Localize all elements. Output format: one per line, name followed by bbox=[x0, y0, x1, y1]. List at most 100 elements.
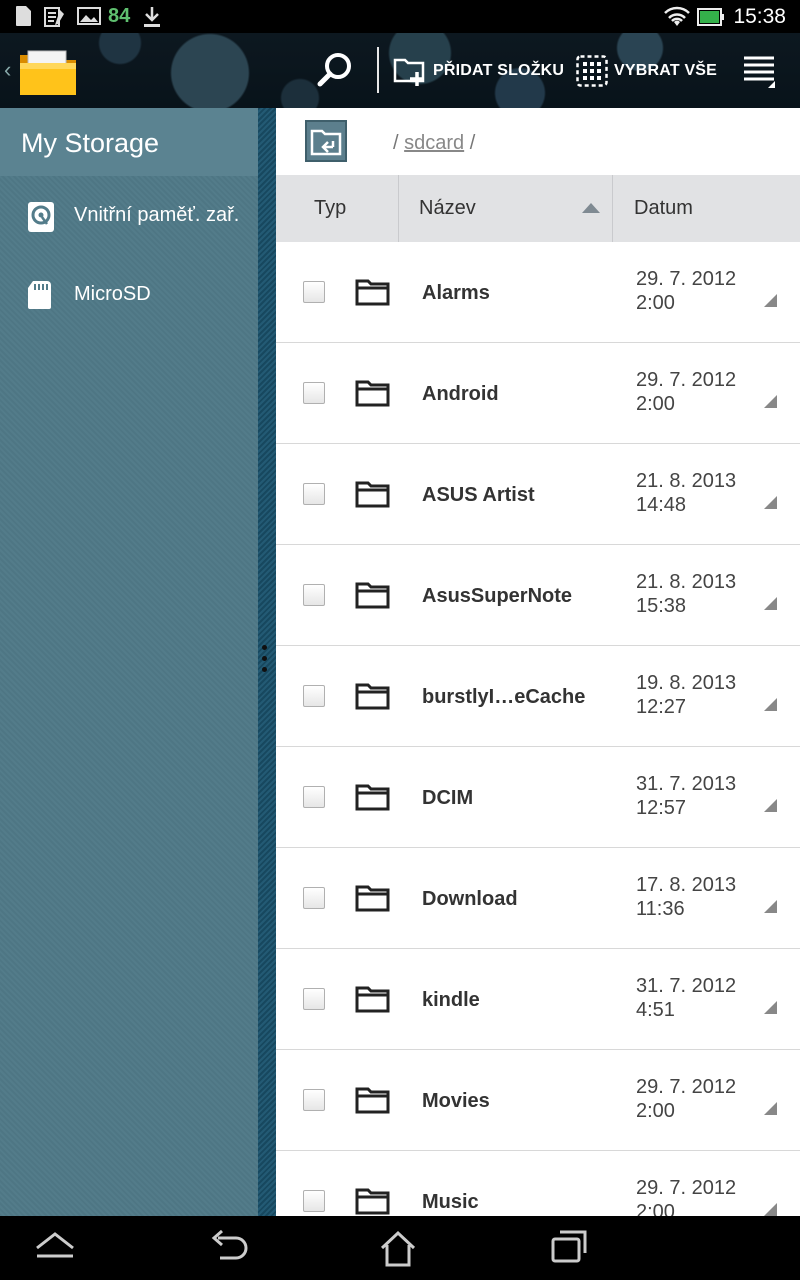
table-row[interactable]: Movies 29. 7. 2012 2:00 bbox=[276, 1050, 800, 1151]
table-row[interactable]: ASUS Artist 21. 8. 2013 14:48 bbox=[276, 444, 800, 545]
row-checkbox[interactable] bbox=[303, 887, 325, 909]
file-date: 17. 8. 2013 11:36 bbox=[636, 874, 737, 920]
add-folder-button[interactable]: PŘIDAT SLOŽKU bbox=[393, 51, 564, 91]
add-folder-icon bbox=[393, 58, 425, 86]
download-icon bbox=[144, 7, 160, 27]
file-name: Movies bbox=[422, 1090, 490, 1112]
recent-apps-icon[interactable] bbox=[549, 1228, 591, 1264]
table-row[interactable]: DCIM 31. 7. 2013 12:57 bbox=[276, 747, 800, 848]
sidebar-item-internal-storage[interactable]: Vnitřní paměť. zař. bbox=[0, 180, 258, 250]
hide-keyboard-icon[interactable] bbox=[34, 1228, 76, 1264]
folder-up-icon bbox=[310, 129, 342, 156]
file-name: AsusSuperNote bbox=[422, 585, 573, 607]
column-header-type[interactable]: Typ bbox=[314, 175, 346, 242]
folder-icon-wrapper bbox=[355, 479, 391, 514]
table-row[interactable]: Android 29. 7. 2012 2:00 bbox=[276, 343, 800, 444]
table-row[interactable]: Download 17. 8. 2013 11:36 bbox=[276, 848, 800, 949]
back-chevron-icon[interactable]: ‹ bbox=[4, 57, 11, 83]
battery-level: 84 bbox=[108, 5, 131, 27]
column-divider bbox=[612, 175, 613, 242]
table-header: Typ Název Datum bbox=[276, 175, 800, 242]
folder-icon bbox=[355, 481, 390, 508]
search-icon[interactable] bbox=[316, 51, 354, 89]
table-row[interactable]: kindle 31. 7. 2012 4:51 bbox=[276, 949, 800, 1050]
folder-icon bbox=[355, 1188, 390, 1215]
action-bar: ‹ PŘIDAT SLOŽKU VYBRAT VŠE bbox=[0, 33, 800, 108]
notes-icon bbox=[44, 7, 64, 27]
status-bar: 84 15:38 bbox=[0, 0, 800, 33]
folder-icon bbox=[355, 683, 390, 710]
row-options-icon[interactable] bbox=[764, 900, 777, 913]
row-checkbox[interactable] bbox=[303, 685, 325, 707]
column-divider bbox=[398, 175, 399, 242]
file-date: 19. 8. 2013 12:27 bbox=[636, 672, 737, 718]
row-options-icon[interactable] bbox=[764, 799, 777, 812]
file-name: Music bbox=[422, 1191, 479, 1213]
table-row[interactable]: Music 29. 7. 2012 2:00 bbox=[276, 1151, 800, 1216]
gallery-icon bbox=[77, 7, 101, 25]
sd-card-icon bbox=[16, 6, 31, 26]
sidebar-item-label: MicroSD bbox=[74, 283, 151, 305]
overflow-menu-icon[interactable] bbox=[742, 55, 778, 89]
folder-icon-wrapper bbox=[355, 277, 391, 312]
folder-icon-wrapper bbox=[355, 1186, 391, 1216]
navigation-bar bbox=[0, 1216, 800, 1280]
folder-up-button[interactable] bbox=[305, 120, 347, 162]
file-date: 21. 8. 2013 15:38 bbox=[636, 571, 737, 617]
folder-icon bbox=[355, 1087, 390, 1114]
table-row[interactable]: Alarms 29. 7. 2012 2:00 bbox=[276, 242, 800, 343]
file-name: Alarms bbox=[422, 282, 490, 304]
file-name: Download bbox=[422, 888, 518, 910]
wifi-icon bbox=[664, 6, 690, 26]
microsd-icon bbox=[28, 281, 51, 309]
file-manager-logo-icon[interactable] bbox=[18, 45, 78, 97]
row-options-icon[interactable] bbox=[764, 698, 777, 711]
drag-handle-icon[interactable] bbox=[262, 645, 268, 678]
column-header-date[interactable]: Datum bbox=[634, 175, 693, 242]
select-all-icon bbox=[576, 55, 608, 87]
row-options-icon[interactable] bbox=[764, 597, 777, 610]
folder-icon bbox=[355, 885, 390, 912]
file-date: 29. 7. 2012 2:00 bbox=[636, 1076, 737, 1122]
sort-ascending-icon bbox=[582, 203, 600, 213]
table-row[interactable]: burstlyI…eCache 19. 8. 2013 12:27 bbox=[276, 646, 800, 747]
row-options-icon[interactable] bbox=[764, 395, 777, 408]
row-checkbox[interactable] bbox=[303, 988, 325, 1010]
row-options-icon[interactable] bbox=[764, 496, 777, 509]
row-options-icon[interactable] bbox=[764, 294, 777, 307]
table-row[interactable]: AsusSuperNote 21. 8. 2013 15:38 bbox=[276, 545, 800, 646]
row-options-icon[interactable] bbox=[764, 1203, 777, 1216]
breadcrumb-sdcard[interactable]: sdcard bbox=[404, 132, 464, 154]
select-all-button[interactable]: VYBRAT VŠE bbox=[576, 51, 717, 91]
sidebar-header: My Storage bbox=[0, 108, 258, 176]
file-name: kindle bbox=[422, 989, 480, 1011]
row-checkbox[interactable] bbox=[303, 382, 325, 404]
breadcrumb-suffix: / bbox=[464, 132, 476, 154]
sidebar-item-label: Vnitřní paměť. zař. bbox=[74, 204, 240, 226]
column-header-name[interactable]: Název bbox=[419, 175, 476, 242]
back-icon[interactable] bbox=[208, 1228, 250, 1264]
sidebar-title: My Storage bbox=[21, 128, 160, 158]
file-date: 31. 7. 2013 12:57 bbox=[636, 773, 737, 819]
row-checkbox[interactable] bbox=[303, 281, 325, 303]
row-checkbox[interactable] bbox=[303, 1190, 325, 1212]
row-checkbox[interactable] bbox=[303, 1089, 325, 1111]
file-name: DCIM bbox=[422, 787, 474, 809]
row-checkbox[interactable] bbox=[303, 786, 325, 808]
row-options-icon[interactable] bbox=[764, 1102, 777, 1115]
home-icon[interactable] bbox=[378, 1228, 418, 1268]
file-list: Alarms 29. 7. 2012 2:00 Android 29. 7. 2012… bbox=[276, 242, 800, 1216]
file-date: 21. 8. 2013 14:48 bbox=[636, 470, 737, 516]
breadcrumb: / sdcard / bbox=[393, 132, 475, 155]
row-checkbox[interactable] bbox=[303, 483, 325, 505]
select-all-label: VYBRAT VŠE bbox=[614, 62, 718, 79]
sidebar-item-microsd[interactable]: MicroSD bbox=[0, 259, 258, 329]
row-options-icon[interactable] bbox=[764, 1001, 777, 1014]
row-checkbox[interactable] bbox=[303, 584, 325, 606]
folder-icon bbox=[355, 986, 390, 1013]
folder-icon-wrapper bbox=[355, 378, 391, 413]
add-folder-label: PŘIDAT SLOŽKU bbox=[433, 62, 565, 79]
internal-storage-icon bbox=[28, 202, 54, 232]
folder-icon-wrapper bbox=[355, 681, 391, 716]
folder-icon-wrapper bbox=[355, 1085, 391, 1120]
